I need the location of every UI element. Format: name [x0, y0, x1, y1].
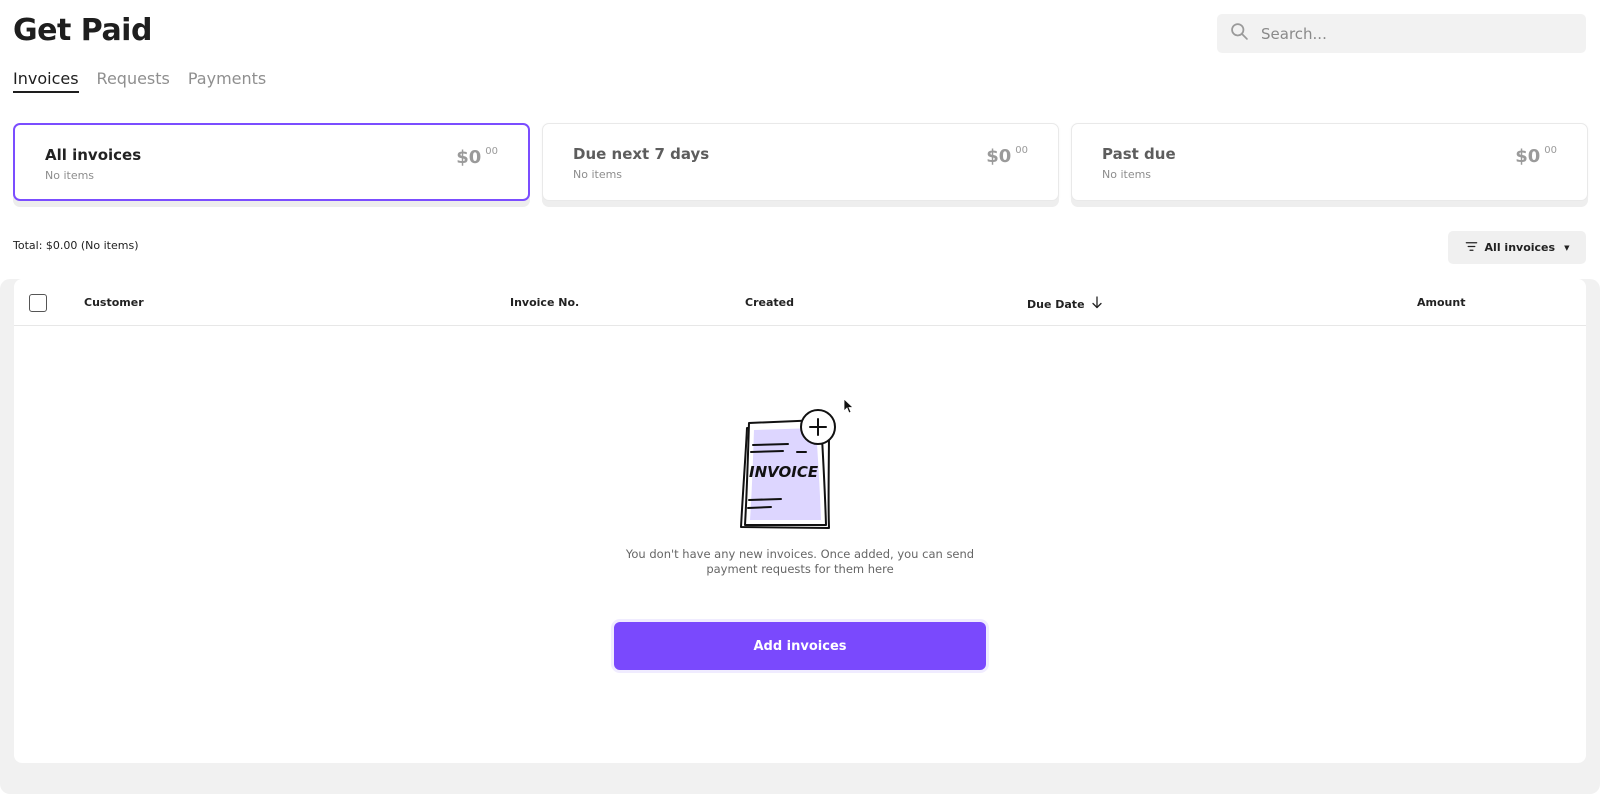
invoice-illustration: INVOICE	[733, 390, 853, 530]
card-amount-cents: 00	[1015, 145, 1028, 156]
card-amount: $0 00	[456, 146, 498, 168]
caret-down-icon: ▼	[1564, 243, 1570, 252]
card-amount-cents: 00	[485, 146, 498, 157]
empty-state-message: You don't have any new invoices. Once ad…	[0, 547, 1600, 577]
column-header-amount[interactable]: Amount	[1417, 296, 1465, 309]
card-past-due[interactable]: Past due No items $0 00	[1071, 123, 1588, 201]
filter-icon	[1465, 240, 1478, 256]
card-title: Due next 7 days	[573, 145, 710, 163]
tab-payments[interactable]: Payments	[188, 69, 266, 93]
sort-arrow-down-icon	[1091, 296, 1103, 312]
search-bar[interactable]	[1217, 14, 1586, 53]
column-header-due-date[interactable]: Due Date	[1027, 296, 1103, 312]
card-title: Past due	[1102, 145, 1176, 163]
select-all-checkbox[interactable]	[29, 294, 47, 312]
card-due-next-7-days[interactable]: Due next 7 days No items $0 00	[542, 123, 1059, 201]
card-amount: $0 00	[986, 145, 1028, 167]
empty-state-message-line1: You don't have any new invoices. Once ad…	[625, 547, 975, 561]
summary-cards: All invoices No items $0 00 Due next 7 da…	[13, 123, 1589, 213]
column-header-created[interactable]: Created	[745, 296, 794, 309]
illustration-label: INVOICE	[749, 463, 819, 481]
card-amount-main: $0	[1515, 146, 1541, 167]
card-amount: $0 00	[1515, 145, 1557, 167]
add-invoices-button[interactable]: Add invoices	[614, 622, 986, 670]
card-subtitle: No items	[45, 169, 95, 182]
tab-requests[interactable]: Requests	[97, 69, 170, 93]
column-header-due-date-label: Due Date	[1027, 297, 1085, 311]
card-amount-main: $0	[456, 147, 482, 168]
card-subtitle: No items	[573, 168, 623, 181]
empty-state-message-line2: payment requests for them here	[706, 562, 894, 576]
card-title: All invoices	[45, 146, 142, 164]
card-amount-main: $0	[986, 146, 1012, 167]
invoice-table-container: Customer Invoice No. Created Due Date Am…	[0, 279, 1600, 794]
column-header-invoice-no[interactable]: Invoice No.	[510, 296, 579, 309]
search-icon	[1229, 21, 1250, 46]
filter-label: All invoices	[1484, 241, 1556, 254]
tab-bar: Invoices Requests Payments	[13, 69, 266, 93]
search-input[interactable]	[1261, 24, 1561, 43]
mouse-cursor-icon	[843, 398, 853, 414]
page-title: Get Paid	[13, 13, 152, 48]
tab-invoices[interactable]: Invoices	[13, 69, 79, 93]
table-header: Customer Invoice No. Created Due Date Am…	[14, 279, 1586, 326]
card-subtitle: No items	[1102, 168, 1152, 181]
card-all-invoices[interactable]: All invoices No items $0 00	[13, 123, 530, 201]
total-summary: Total: $0.00 (No items)	[13, 239, 139, 252]
card-amount-cents: 00	[1544, 145, 1557, 156]
filter-dropdown-button[interactable]: All invoices ▼	[1448, 231, 1586, 264]
column-header-customer[interactable]: Customer	[84, 296, 144, 309]
